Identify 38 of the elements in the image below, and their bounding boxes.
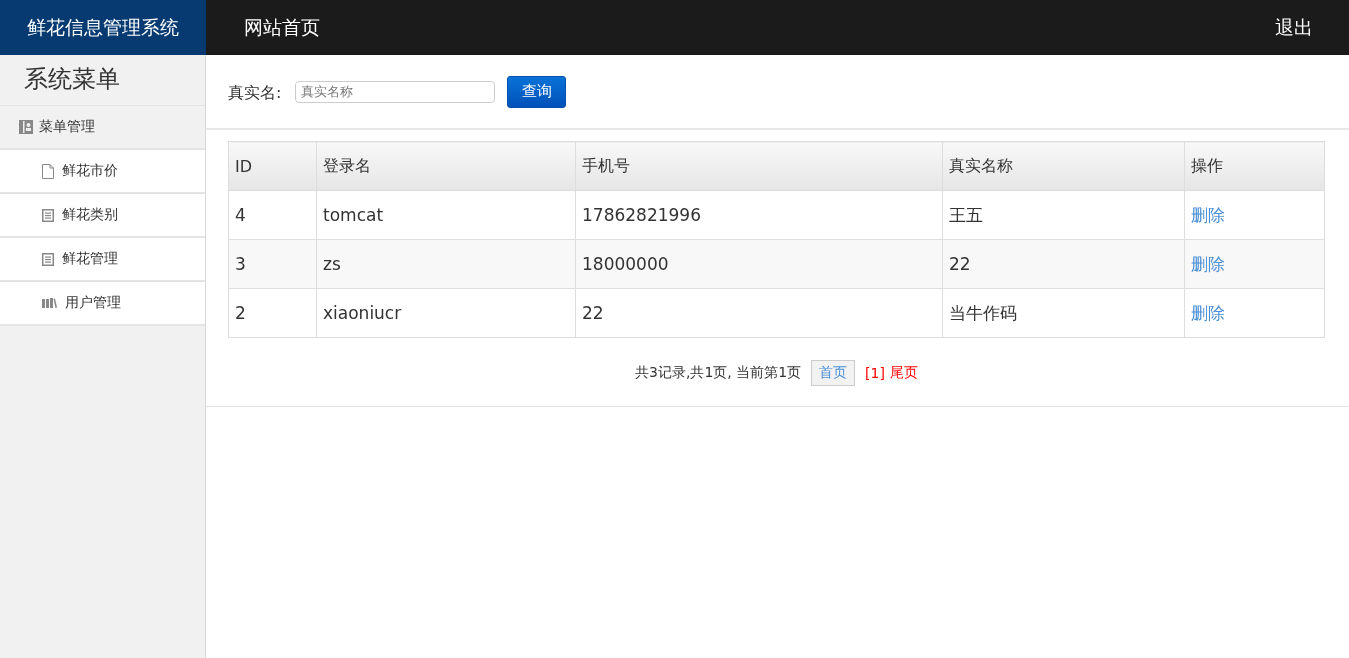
search-label: 真实名: [228,83,282,104]
books-icon [42,298,57,308]
current-page-link[interactable]: [1] [865,365,885,381]
table-cell: 22 [575,288,943,338]
delete-link[interactable]: 删除 [1191,302,1225,323]
table-cell: 2 [228,288,317,338]
brand-title: 鲜花信息管理系统 [0,0,206,55]
column-header: 登录名 [316,141,576,191]
table-cell: 17862821996 [575,190,943,240]
last-page-link[interactable]: 尾页 [889,364,918,382]
table-cell: 18000000 [575,239,943,289]
table-cell: 王五 [942,190,1185,240]
table-cell: 22 [942,239,1185,289]
table-cell: tomcat [316,190,576,240]
column-header: 手机号 [575,141,943,191]
contact-card-icon [19,120,33,134]
logout-link[interactable]: 退出 [1275,14,1313,41]
table-cell: xiaoniucr [316,288,576,338]
table-cell: zs [316,239,576,289]
column-header: 操作 [1184,141,1325,191]
column-header: ID [228,141,317,191]
sidebar-item[interactable]: 鲜花市价 [0,150,205,194]
table-cell: 3 [228,239,317,289]
delete-link[interactable]: 删除 [1191,204,1225,225]
home-link[interactable]: 网站首页 [244,14,320,41]
sidebar-item[interactable]: 鲜花类别 [0,194,205,238]
document-icon [42,163,54,179]
sidebar-item[interactable]: 用户管理 [0,282,205,326]
real-name-input[interactable]: 真实名称 [295,80,496,103]
page-summary: 共3记录,共1页, 当前第1页 [635,364,802,382]
column-header: 真实名称 [942,141,1185,191]
sidebar-title: 系统菜单 [0,55,205,106]
table-cell: 当牛作码 [942,288,1185,338]
sidebar-item[interactable]: 鲜花管理 [0,238,205,282]
list-icon [42,252,54,266]
list-icon [42,208,54,222]
table-cell: 4 [228,190,317,240]
query-button[interactable]: 查询 [507,75,567,108]
